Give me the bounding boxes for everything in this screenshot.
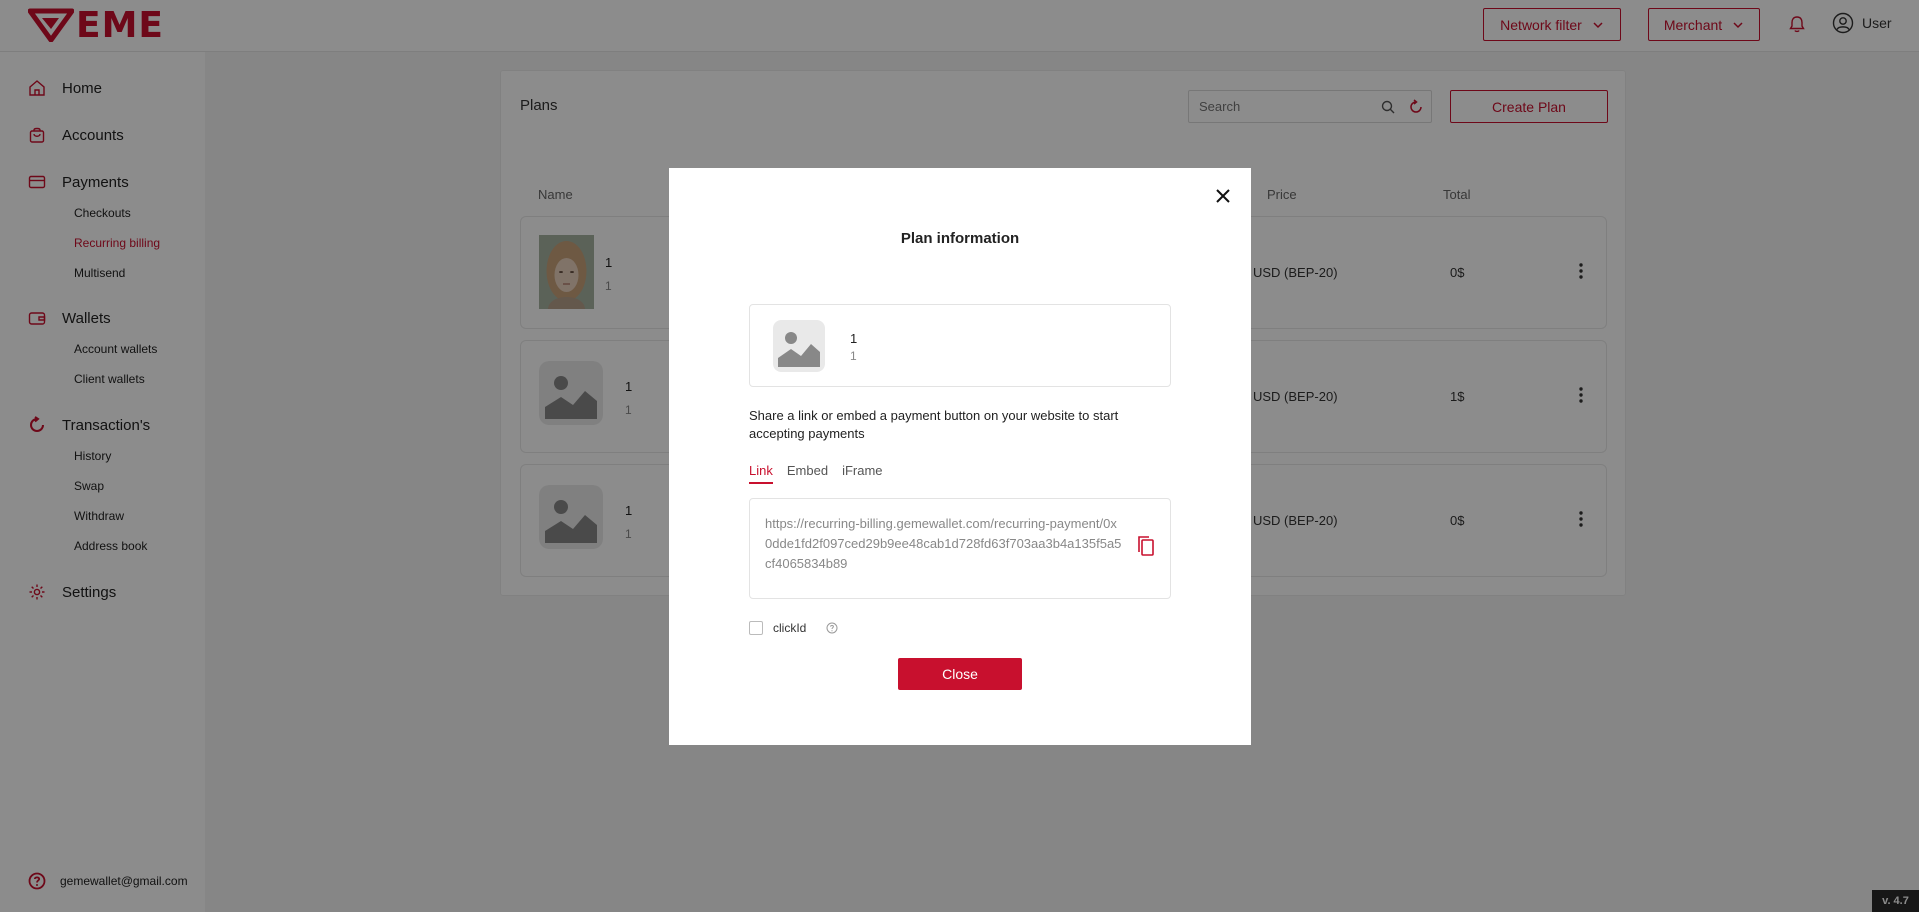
modal-title: Plan information <box>900 230 1020 247</box>
clickid-checkbox[interactable] <box>749 621 763 635</box>
close-icon[interactable] <box>1212 185 1234 207</box>
payment-link-text[interactable]: https://recurring-billing.gemewallet.com… <box>765 514 1123 574</box>
share-tabs: Link Embed iFrame <box>749 463 883 484</box>
close-button[interactable]: Close <box>898 658 1022 690</box>
plan-description: 1 <box>850 349 857 363</box>
tab-iframe[interactable]: iFrame <box>842 463 882 484</box>
tab-link[interactable]: Link <box>749 463 773 484</box>
image-placeholder-icon <box>773 320 825 372</box>
copy-icon[interactable] <box>1137 535 1155 557</box>
share-instructions: Share a link or embed a payment button o… <box>749 408 1119 441</box>
plan-preview-card: 1 1 <box>749 304 1171 387</box>
clickid-option: clickId <box>749 621 838 635</box>
plan-information-modal: Plan information 1 1 Share a link or emb… <box>669 168 1251 745</box>
clickid-label: clickId <box>773 621 807 635</box>
plan-name: 1 <box>850 331 858 346</box>
tab-embed[interactable]: Embed <box>787 463 828 484</box>
payment-link-box: https://recurring-billing.gemewallet.com… <box>749 498 1171 599</box>
help-circle-icon[interactable] <box>826 622 838 634</box>
